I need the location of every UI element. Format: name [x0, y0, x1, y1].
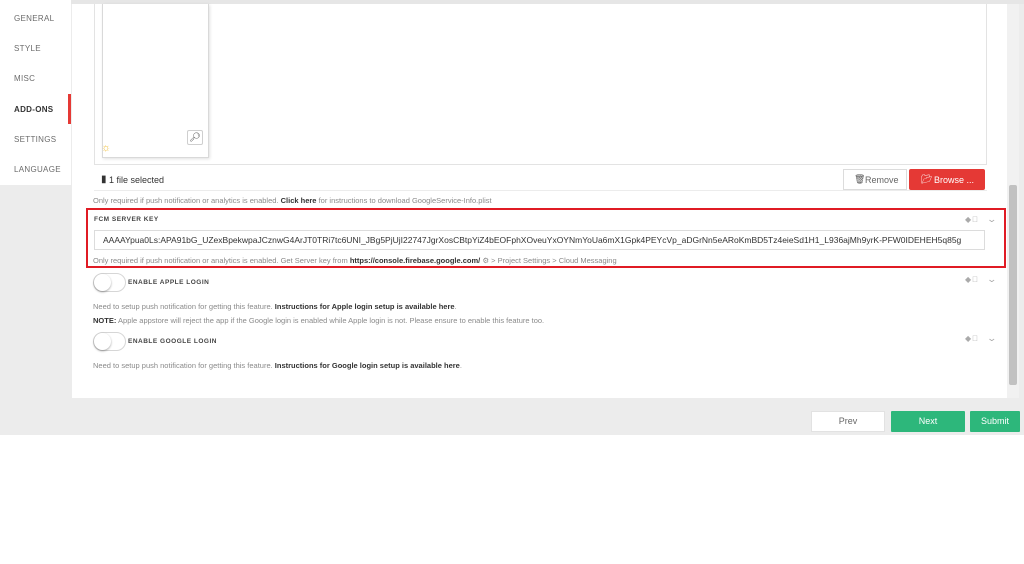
- google-login-instructions-link[interactable]: Instructions for Google login setup is a…: [275, 361, 460, 370]
- apple-login-toggle[interactable]: [93, 273, 126, 292]
- firebase-console-link[interactable]: https://console.firebase.google.com/: [350, 256, 480, 265]
- file-preview-area: [94, 4, 987, 165]
- google-login-label: ENABLE GOOGLE LOGIN: [128, 338, 217, 345]
- app-background: GENERAL STYLE MISC ADD-ONS SETTINGS LANG…: [0, 0, 1024, 435]
- trash-icon: 🗑︎: [854, 174, 866, 184]
- scrollbar-thumb[interactable]: [1009, 185, 1017, 385]
- android-apple-icons: ◆: [965, 215, 978, 224]
- toggle-knob: [94, 333, 111, 350]
- file-icon: ▮: [101, 174, 107, 185]
- sidebar-item-settings[interactable]: SETTINGS: [14, 135, 56, 144]
- zoom-in-icon[interactable]: 🔎︎: [187, 130, 203, 145]
- upload-helper-text: Only required if push notification or an…: [93, 196, 492, 205]
- google-login-helper: Need to setup push notification for gett…: [93, 361, 462, 370]
- sidebar-item-misc[interactable]: MISC: [14, 74, 35, 83]
- sidebar-item-language[interactable]: LANGUAGE: [14, 165, 61, 174]
- chevron-down-icon[interactable]: ⌄: [986, 333, 997, 344]
- sidebar: GENERAL STYLE MISC ADD-ONS SETTINGS LANG…: [0, 0, 71, 185]
- fcm-server-key-label: FCM SERVER KEY: [94, 216, 159, 223]
- fcm-server-key-input[interactable]: [94, 230, 985, 250]
- submit-button[interactable]: Submit: [970, 411, 1020, 432]
- next-button[interactable]: Next: [891, 411, 965, 432]
- sidebar-item-add-ons[interactable]: ADD-ONS: [14, 105, 53, 114]
- folder-open-icon: 📂︎: [921, 174, 933, 184]
- toggle-knob: [94, 274, 111, 291]
- prev-button[interactable]: Prev: [811, 411, 885, 432]
- file-status-text: 1 file selected: [109, 175, 165, 185]
- google-login-toggle[interactable]: [93, 332, 126, 351]
- fcm-helper-text: Only required if push notification or an…: [93, 256, 617, 265]
- apple-login-helper: Need to setup push notification for gett…: [93, 302, 457, 311]
- apple-login-label: ENABLE APPLE LOGIN: [128, 279, 210, 286]
- sidebar-item-style[interactable]: STYLE: [14, 44, 41, 53]
- apple-login-instructions-link[interactable]: Instructions for Apple login setup is av…: [275, 302, 455, 311]
- sidebar-item-general[interactable]: GENERAL: [14, 14, 54, 23]
- click-here-link[interactable]: Click here: [281, 196, 317, 205]
- browse-button-label: Browse ...: [934, 175, 975, 185]
- android-apple-icons: ◆: [965, 275, 978, 284]
- sidebar-active-indicator: [68, 94, 71, 124]
- chevron-down-icon[interactable]: ⌄: [986, 214, 997, 225]
- chevron-down-icon[interactable]: ⌄: [986, 274, 997, 285]
- remove-button-label: Remove: [865, 175, 899, 185]
- apple-login-note: NOTE: Apple appstore will reject the app…: [93, 316, 545, 325]
- sun-icon: ☼: [101, 142, 112, 154]
- android-apple-icons: ◆: [965, 334, 978, 343]
